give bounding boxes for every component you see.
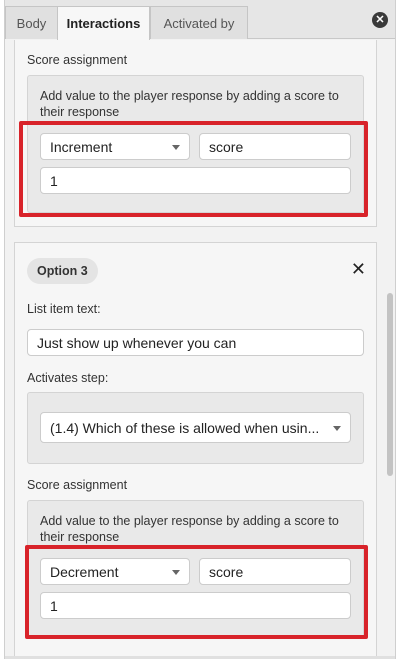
- score-description: Add value to the player response by addi…: [40, 514, 339, 544]
- interactions-panel: Body Interactions Activated by ✕ Score a…: [4, 0, 396, 659]
- tab-bar: Body Interactions Activated by ✕: [5, 0, 395, 40]
- scrollbar-thumb[interactable]: [387, 293, 393, 476]
- close-circle-icon[interactable]: ✕: [372, 12, 388, 28]
- activates-step-value: (1.4) Which of these is allowed when usi…: [50, 419, 320, 436]
- tab-body[interactable]: Body: [5, 6, 58, 39]
- tab-interactions[interactable]: Interactions: [57, 6, 150, 40]
- score-variable-input[interactable]: score: [199, 133, 351, 160]
- score-amount-input[interactable]: 1: [40, 592, 351, 619]
- chevron-down-icon: [172, 145, 180, 150]
- tab-activated-by-label: Activated by: [163, 15, 235, 31]
- score-amount-value: 1: [50, 597, 58, 614]
- score-amount-input[interactable]: 1: [40, 167, 351, 194]
- activates-step-box: (1.4) Which of these is allowed when usi…: [27, 392, 364, 464]
- list-item-text-label: List item text:: [27, 302, 101, 316]
- score-assignment-label: Score assignment: [27, 478, 128, 492]
- chevron-down-icon: [172, 570, 180, 575]
- remove-option-icon[interactable]: ✕: [351, 260, 366, 278]
- operation-select-value: Decrement: [50, 563, 119, 580]
- score-description: Add value to the player response by addi…: [40, 89, 339, 119]
- option-title-badge: Option 3: [27, 258, 98, 284]
- list-item-text-value: Just show up whenever you can: [37, 334, 237, 351]
- score-amount-value: 1: [50, 172, 58, 189]
- scrollbar[interactable]: [385, 40, 395, 659]
- operation-select[interactable]: Increment: [40, 133, 190, 160]
- activates-step-select[interactable]: (1.4) Which of these is allowed when usi…: [40, 412, 351, 443]
- score-assignment-box: Add value to the player response by addi…: [27, 500, 364, 638]
- tab-body-label: Body: [16, 15, 47, 31]
- option-title: Option 3: [37, 264, 88, 278]
- tab-activated-by[interactable]: Activated by: [150, 6, 248, 39]
- list-item-text-input[interactable]: Just show up whenever you can: [27, 329, 364, 356]
- option-card-3: Option 3 ✕ List item text: Just show up …: [14, 242, 377, 659]
- operation-select[interactable]: Decrement: [40, 558, 190, 585]
- score-assignment-label: Score assignment: [27, 53, 128, 67]
- tab-interactions-label: Interactions: [66, 16, 141, 31]
- score-variable-value: score: [209, 138, 244, 155]
- option-card-2: Score assignment Add value to the player…: [14, 40, 377, 227]
- operation-select-value: Increment: [50, 138, 113, 155]
- chevron-down-icon: [333, 426, 341, 431]
- score-variable-value: score: [209, 563, 244, 580]
- scroll-area: Score assignment Add value to the player…: [5, 40, 395, 659]
- score-assignment-box: Add value to the player response by addi…: [27, 75, 364, 213]
- score-variable-input[interactable]: score: [199, 558, 351, 585]
- activates-step-label: Activates step:: [27, 371, 109, 385]
